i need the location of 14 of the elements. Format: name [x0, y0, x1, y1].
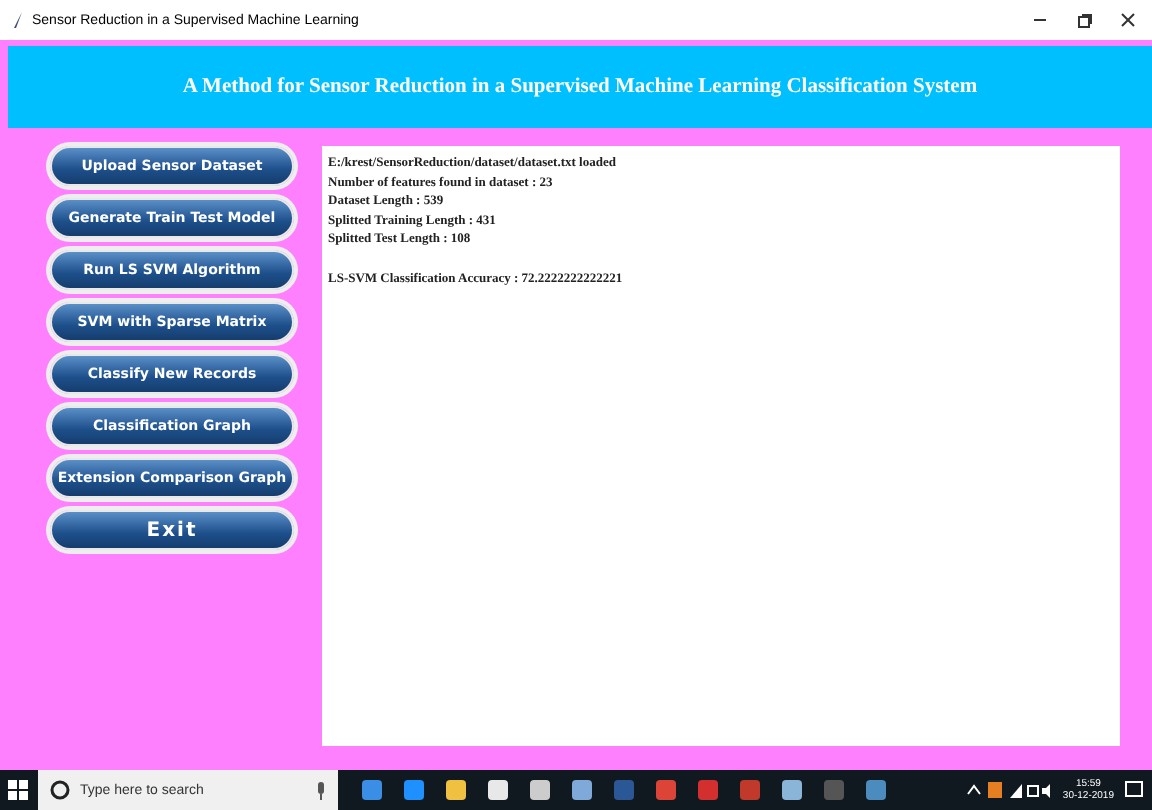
- close-icon[interactable]: [1120, 12, 1136, 28]
- microphone-icon[interactable]: [316, 781, 326, 799]
- taskbar-app-icon[interactable]: [528, 778, 552, 802]
- notification-icon[interactable]: [1124, 780, 1144, 800]
- taskbar-app-icon[interactable]: [780, 778, 804, 802]
- taskbar-app-icon[interactable]: [570, 778, 594, 802]
- tray-icons-drawing[interactable]: [964, 780, 1053, 800]
- app-title: A Method for Sensor Reduction in a Supervised Machine Learning Classification System: [182, 76, 978, 98]
- restore-icon[interactable]: [1076, 12, 1092, 28]
- taskbar-app-icon[interactable]: [444, 778, 468, 802]
- search-icon: [50, 780, 70, 800]
- start-icon[interactable]: [8, 780, 28, 800]
- taskbar-app-icon[interactable]: [486, 778, 510, 802]
- action-button[interactable]: Exit: [50, 510, 294, 550]
